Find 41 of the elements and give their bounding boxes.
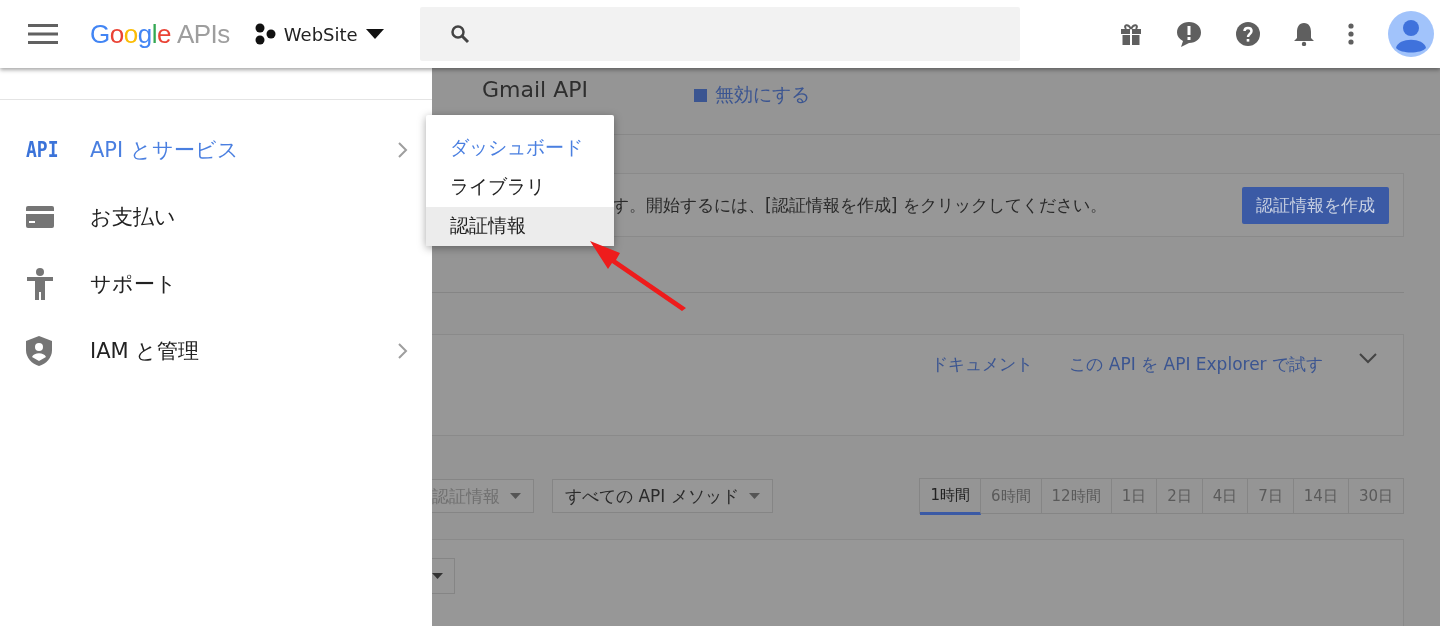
bell-icon[interactable] [1294,22,1314,46]
caret-icon [748,493,760,499]
logo[interactable]: Google APIs [90,18,230,50]
time-range-tab[interactable]: 30日 [1348,479,1403,513]
more-icon[interactable] [1348,23,1354,45]
chevron-down-icon[interactable] [1359,353,1377,364]
create-credentials-button[interactable]: 認証情報を作成 [1242,186,1389,224]
caret-icon [365,29,384,39]
api-label: API [26,137,59,162]
time-range-tab[interactable]: 1日 [1111,479,1158,513]
time-range-tab[interactable]: 14日 [1293,479,1349,513]
shield-icon [26,335,52,366]
sidebar-item[interactable]: サポート [0,250,432,317]
link[interactable]: ドキュメント [931,353,1034,376]
time-range-tab[interactable]: 12時間 [1041,479,1112,513]
search-icon [449,24,470,44]
submenu-item[interactable]: 認証情報 [426,207,614,246]
time-range-tab[interactable]: 2日 [1157,479,1203,513]
time-range-tab[interactable]: 4日 [1202,479,1249,513]
caret-icon [510,493,521,499]
avatar-icon[interactable] [1388,11,1434,57]
time-range-tab[interactable]: 6時間 [981,479,1042,513]
help-icon[interactable] [1236,22,1260,46]
link[interactable]: この API を API Explorer で試す [1069,353,1323,376]
banner-text: す。開始するには、[認証情報を作成] をクリックしてください。 [612,193,1107,217]
dropdown[interactable] [432,558,455,594]
filter-dropdown[interactable]: すべての API メソッド [552,479,773,513]
time-range-tab[interactable]: 1時間 [920,479,981,515]
menu-icon[interactable] [28,23,58,45]
time-range-tab[interactable]: 7日 [1248,479,1294,513]
sidebar-item[interactable]: IAM と管理 [0,317,432,384]
dots-icon [253,23,276,45]
page-title: Gmail API [482,76,588,102]
feedback-icon[interactable] [1176,21,1202,47]
caret-icon [432,573,443,579]
gift-icon[interactable] [1120,23,1142,45]
project-selector[interactable]: WebSite [253,23,384,45]
search-field[interactable] [419,7,1020,61]
disable-link[interactable]: 無効にする [694,82,810,108]
credit-card-icon [26,205,54,228]
accessibility-icon [26,267,54,300]
